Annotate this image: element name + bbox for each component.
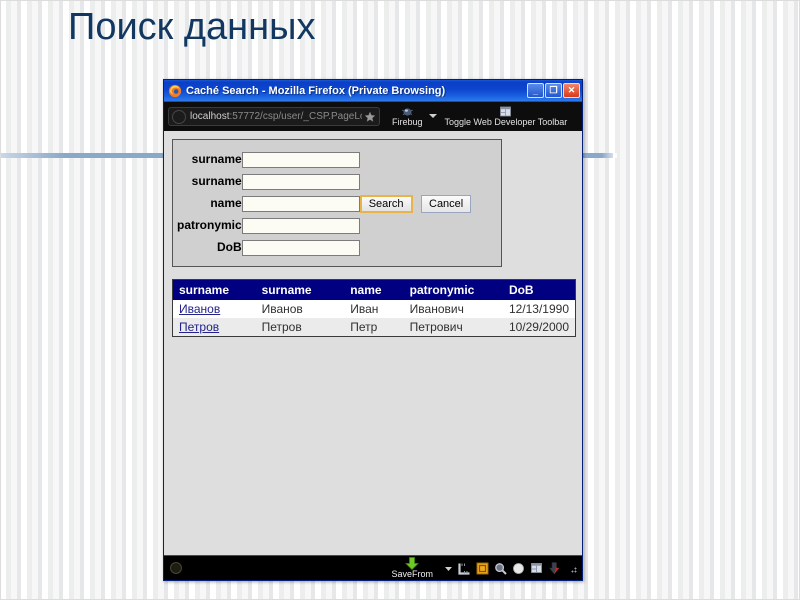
magnifier-icon[interactable] [494, 562, 507, 575]
search-button[interactable]: Search [359, 194, 413, 213]
field-cell [241, 192, 360, 214]
field-cell [241, 148, 360, 170]
column-header-name[interactable]: name [344, 279, 404, 300]
table-row[interactable]: Петров Петров Петр Петрович 10/29/2000 [172, 318, 576, 337]
cell-dob: 12/13/1990 [508, 302, 569, 316]
close-button[interactable]: ✕ [563, 83, 580, 98]
ruler-icon[interactable] [458, 562, 471, 575]
record-link[interactable]: Иванов [179, 302, 220, 316]
field-label-surname-2: surname [191, 174, 242, 188]
status-indicator-icon [170, 562, 182, 574]
search-input-surname-1[interactable] [241, 152, 360, 168]
firebug-button[interactable]: Firebug [392, 106, 437, 127]
table-row[interactable]: Иванов Иванов Иван Иванович 12/13/1990 [172, 300, 576, 318]
cancel-button[interactable]: Cancel [421, 194, 472, 213]
browser-navbar: localhost:57772/csp/user/_CSP.PageLookup… [164, 101, 582, 131]
url-path: :57772/csp/user/_CSP.PageLookup. [229, 111, 362, 122]
browser-title-text: Caché Search - Mozilla Firefox (Private … [186, 84, 446, 97]
slide: Поиск данных Caché Search - Mozilla Fire… [0, 0, 800, 600]
chevron-down-icon[interactable] [428, 114, 437, 118]
browser-titlebar[interactable]: Caché Search - Mozilla Firefox (Private … [164, 80, 582, 101]
browser-statusbar: SaveFrom [164, 555, 582, 580]
search-form-panel: surname Search Cancel surname name patro… [172, 139, 502, 267]
resize-grip-icon[interactable] [567, 563, 577, 573]
url-text: localhost:57772/csp/user/_CSP.PageLookup… [190, 111, 362, 122]
column-header-surname-link[interactable]: surname [172, 279, 256, 300]
minimize-button[interactable]: _ [527, 83, 544, 98]
cell-surname: Иванов [261, 302, 303, 316]
cell-name: Иван [350, 302, 379, 316]
dropdown-arrow-icon[interactable] [444, 564, 453, 573]
firebug-label: Firebug [392, 117, 423, 127]
orange-box-icon[interactable] [476, 562, 489, 575]
search-input-surname-2[interactable] [241, 174, 360, 190]
firebug-bug-icon [401, 108, 413, 116]
column-header-dob[interactable]: DoB [502, 279, 576, 300]
search-input-dob[interactable] [241, 240, 360, 256]
grid-window-icon[interactable] [530, 562, 543, 575]
field-cell [241, 170, 360, 192]
search-input-patronymic[interactable] [241, 218, 360, 234]
page-favicon-icon [172, 109, 186, 124]
results-table-head: surname surname name patronymic DoB [172, 279, 576, 300]
savefrom-button[interactable]: SaveFrom [391, 557, 433, 579]
field-cell [241, 236, 360, 258]
row-link-cell[interactable]: Иванов [173, 300, 256, 318]
results-table-body: Иванов Иванов Иван Иванович 12/13/1990 П… [172, 300, 576, 337]
field-label-name: name [210, 196, 242, 210]
browser-window: Caché Search - Mozilla Firefox (Private … [163, 79, 583, 581]
form-buttons: Search Cancel [359, 148, 472, 258]
record-link[interactable]: Петров [179, 320, 219, 334]
table-header-row: surname surname name patronymic DoB [172, 279, 576, 300]
field-label-dob: DoB [217, 240, 242, 254]
field-label-patronymic: patronymic [177, 218, 242, 232]
form-row: surname Search Cancel [177, 148, 472, 213]
page-title: Поиск данных [68, 6, 316, 48]
cell-name: Петр [350, 320, 378, 334]
field-label-surname-1: surname [191, 152, 242, 166]
cell-patronymic: Петрович [409, 320, 463, 334]
cell-dob: 10/29/2000 [508, 320, 569, 334]
cell-surname: Петров [261, 320, 302, 334]
column-header-patronymic[interactable]: patronymic [403, 279, 503, 300]
red-arrow-icon[interactable] [548, 561, 561, 575]
web-developer-grid-icon [500, 106, 512, 117]
field-cell [241, 214, 360, 236]
web-developer-toolbar-label: Toggle Web Developer Toolbar [444, 117, 568, 127]
firefox-icon [168, 84, 182, 97]
column-header-surname[interactable]: surname [255, 279, 345, 300]
cell-patronymic: Иванович [409, 302, 464, 316]
url-host: localhost [190, 111, 230, 122]
maximize-button[interactable]: ❐ [545, 83, 562, 98]
savefrom-label: SaveFrom [391, 569, 433, 579]
url-bar[interactable]: localhost:57772/csp/user/_CSP.PageLookup… [168, 107, 380, 126]
search-form-table: surname Search Cancel surname name patro… [177, 148, 472, 258]
web-developer-toolbar-button[interactable]: Toggle Web Developer Toolbar [444, 106, 568, 127]
white-circle-icon[interactable] [512, 562, 525, 575]
decorative-rule-left-fade [0, 153, 163, 158]
search-input-name[interactable] [241, 196, 360, 212]
page-content: surname Search Cancel surname name patro… [164, 131, 582, 555]
decorative-rule-right-fade [583, 153, 617, 158]
bookmark-star-icon[interactable] [364, 110, 376, 123]
row-link-cell[interactable]: Петров [173, 318, 256, 337]
results-table: surname surname name patronymic DoB Иван… [172, 279, 576, 337]
